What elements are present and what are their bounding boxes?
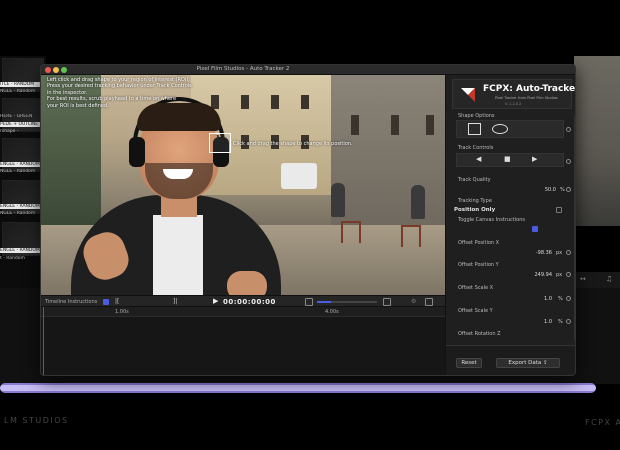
rotation-label: Offset Rotation Z (458, 331, 501, 337)
reset-icon[interactable] (566, 250, 571, 255)
tracking-type-value[interactable]: Position Only (454, 207, 495, 213)
plugin-subtitle: Pixel Tracker from Pixel Film Studios (495, 96, 558, 100)
scene-building (331, 75, 445, 225)
headphones-left (129, 137, 145, 167)
background-viewer-edge (574, 56, 620, 226)
subject-shirt (153, 215, 203, 295)
tracking-type-label: Tracking Type (458, 198, 492, 204)
reset-icon[interactable] (566, 187, 571, 192)
ruler-mark: 4.00s (325, 309, 339, 315)
offset-x-label: Offset Position X (458, 240, 500, 246)
reset-button[interactable]: Reset (456, 358, 482, 368)
scene-chair (401, 225, 421, 247)
auto-tracker-window: Pixel Film Studios - Auto Tracker 2 Clic… (40, 64, 576, 376)
window-titlebar[interactable]: Pixel Film Studios - Auto Tracker 2 (41, 65, 575, 75)
scale-y-value[interactable]: 1.0 (516, 319, 552, 325)
scale-x-label: Offset Scale X (458, 285, 494, 291)
pixel-film-logo-icon (461, 88, 475, 102)
instruction-line: For best results, scrub playhead to a ti… (47, 96, 177, 103)
share-icon: ⇪ (543, 360, 548, 366)
brand-watermark-left: LM STUDIOS (4, 416, 69, 425)
reset-icon[interactable] (566, 319, 571, 324)
scale-x-unit: % (558, 296, 563, 302)
in-point-icon[interactable]: |[ (115, 298, 119, 305)
inspector-panel: FCPX: Auto-Tracker Pixel Tracker from Pi… (445, 75, 575, 375)
scene-person (411, 185, 425, 219)
bottom-area (0, 393, 620, 450)
reset-icon[interactable] (566, 272, 571, 277)
toggle-canvas-checkbox[interactable] (532, 226, 538, 232)
timeline-instructions-label: Timeline Instructions (45, 299, 98, 305)
inspector-footer: Reset Export Data ⇪ (446, 345, 575, 375)
scene-van (281, 163, 317, 189)
scale-y-label: Offset Scale Y (458, 308, 493, 314)
plugin-version: V. 1.2.0.2 (505, 102, 522, 106)
screen: ITLE - RANDOM NGLE - Random HERE - GREEN… (0, 0, 620, 450)
editor-top-area (0, 0, 620, 56)
shape-options-label: Shape Options (458, 113, 495, 119)
timeline-instructions-toggle[interactable] (103, 299, 109, 305)
plugin-title: FCPX: Auto-Tracker (483, 84, 576, 94)
offset-x-value[interactable]: -98.36 (516, 250, 552, 256)
toolbar-icon[interactable]: ↔ (580, 275, 586, 283)
canvas-instructions: Left click and drag shape to your region… (47, 77, 195, 109)
ruler-mark: 1.00s (115, 309, 129, 315)
reset-icon[interactable] (566, 159, 571, 164)
track-quality-value[interactable]: 50.0 (526, 187, 556, 193)
play-icon[interactable]: ▶ (213, 297, 218, 305)
offset-y-unit: px (556, 272, 563, 278)
offset-x-unit: px (556, 250, 563, 256)
track-controls-label: Track Controls (458, 145, 494, 151)
export-data-label: Export Data (508, 360, 542, 366)
toggle-canvas-label: Toggle Canvas Instructions (458, 217, 525, 223)
rectangle-shape-button[interactable] (468, 123, 481, 135)
camera-icon[interactable] (425, 298, 433, 306)
inspector-scrollbar[interactable] (574, 115, 575, 341)
scene-person (331, 183, 345, 217)
tracking-type-popup[interactable] (556, 207, 562, 213)
scene-chair (341, 221, 361, 243)
timeline-ruler[interactable]: 1.00s 4.00s (41, 307, 445, 317)
timeline-track[interactable] (41, 317, 445, 375)
scale-y-unit: % (558, 319, 563, 325)
headphones-icon[interactable]: ♫ (606, 275, 612, 283)
ellipse-shape-button[interactable] (492, 124, 508, 134)
track-quality-label: Track Quality (458, 177, 491, 183)
instruction-line: Press your desired tracking behavior und… (47, 83, 192, 90)
track-forward-button[interactable]: ▶ (532, 155, 537, 163)
video-viewer[interactable]: Click and drag the shape to change its p… (41, 75, 445, 295)
title-clip-inner (0, 385, 596, 391)
settings-icon[interactable]: ⚙ (411, 298, 416, 305)
plugin-logo: FCPX: Auto-Tracker Pixel Tracker from Pi… (452, 79, 575, 109)
zoom-slider-fill (317, 301, 331, 303)
subject-hand (227, 271, 267, 295)
scale-x-value[interactable]: 1.0 (516, 296, 552, 302)
offset-y-label: Offset Position Y (458, 262, 499, 268)
playhead[interactable] (43, 307, 44, 375)
brand-watermark-right: FCPX A (585, 418, 620, 427)
instruction-line: your ROI is best defined. (47, 102, 109, 109)
window-title: Pixel Film Studios - Auto Tracker 2 (196, 66, 290, 72)
transport-bar: Timeline Instructions |[ ]| ▶ 00:00:00:0… (41, 295, 445, 307)
offset-y-value[interactable]: 249.94 (516, 272, 553, 278)
track-quality-unit: % (560, 187, 565, 193)
reset-icon[interactable] (566, 127, 571, 132)
track-stop-button[interactable]: ■ (504, 155, 511, 163)
loop-icon[interactable] (305, 298, 313, 306)
export-data-button[interactable]: Export Data ⇪ (496, 358, 560, 368)
reset-icon[interactable] (566, 296, 571, 301)
timecode-display: 00:00:00:00 (223, 298, 276, 306)
roi-tracking-shape[interactable] (209, 133, 231, 153)
background-toolbar: ↔ ♫ (574, 272, 620, 288)
track-backward-button[interactable]: ◀ (476, 155, 481, 163)
out-point-icon[interactable]: ]| (173, 298, 177, 305)
roi-tooltip: Click and drag the shape to change its p… (233, 141, 353, 147)
snap-icon[interactable] (383, 298, 391, 306)
